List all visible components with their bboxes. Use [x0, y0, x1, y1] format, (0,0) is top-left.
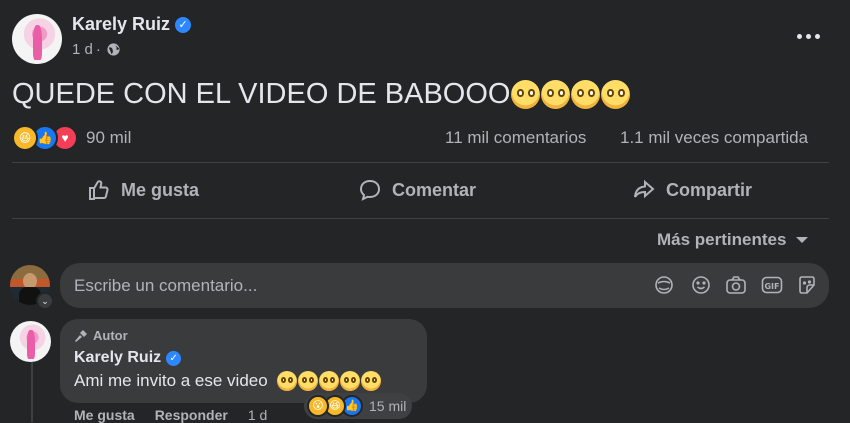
verified-badge-icon: ✓	[166, 350, 182, 366]
like-button[interactable]: Me gusta	[87, 178, 199, 202]
post-time[interactable]: 1 d	[72, 41, 93, 58]
sort-label: Más pertinentes	[657, 230, 787, 249]
thumbs-up-icon	[89, 180, 109, 200]
flushed-face-emoji-icon	[601, 80, 631, 109]
divider	[12, 162, 829, 163]
caret-down-icon	[796, 237, 809, 243]
comment-time[interactable]: 1 d	[248, 407, 267, 423]
globe-icon	[107, 43, 120, 56]
reactions-count[interactable]: 90 mil	[86, 128, 131, 148]
thread-line	[31, 362, 33, 422]
flushed-face-emoji-icon	[297, 371, 318, 391]
microphone-icon	[75, 329, 87, 342]
comment-bubble-icon	[359, 179, 381, 201]
comment-author-row: Karely Ruiz ✓	[74, 349, 182, 367]
flushed-face-emoji-icon	[276, 371, 297, 391]
shares-count[interactable]: 1.1 mil veces compartida	[620, 128, 808, 148]
like-label: Me gusta	[121, 179, 200, 200]
wow-reaction-icon: 😮	[307, 395, 329, 417]
camera-icon[interactable]	[725, 275, 747, 295]
flushed-face-emoji-icon	[360, 371, 381, 391]
comment-author[interactable]: Karely Ruiz	[74, 349, 161, 367]
comment-sort-dropdown[interactable]: Más pertinentes	[657, 230, 809, 250]
share-arrow-icon	[634, 179, 655, 199]
more-options-icon[interactable]	[793, 26, 823, 46]
author-name-row: Karely Ruiz ✓	[72, 14, 192, 35]
author-name[interactable]: Karely Ruiz	[72, 14, 170, 34]
share-label: Compartir	[666, 179, 753, 200]
comment-like-link[interactable]: Me gusta	[74, 407, 135, 423]
comment-reactions[interactable]: 😮 😆 👍 15 mil	[304, 393, 413, 419]
reactions-summary[interactable]: 😆 👍 ♥ 90 mil	[12, 125, 131, 151]
post-text: QUEDE CON EL VIDEO DE BABOOO	[12, 78, 511, 110]
comments-count[interactable]: 11 mil comentarios	[445, 128, 586, 148]
author-badge-label: Autor	[93, 328, 128, 343]
comment-button[interactable]: Comentar	[358, 178, 476, 202]
commenter-avatar[interactable]	[10, 321, 51, 362]
comment-reactions-count: 15 mil	[369, 398, 407, 414]
share-button[interactable]: Compartir	[632, 178, 752, 202]
author-avatar[interactable]	[12, 14, 62, 64]
comment-bubble: Autor Karely Ruiz ✓ Ami me invito a ese …	[60, 319, 427, 403]
flushed-face-emoji-icon	[339, 371, 360, 391]
haha-reaction-icon: 😆	[12, 125, 38, 151]
divider	[12, 218, 829, 219]
post-meta: 1 d ·	[72, 41, 121, 58]
meta-dot: ·	[95, 41, 101, 58]
comment-text-row: Ami me invito a ese video	[74, 371, 381, 391]
comment-input-placeholder: Escribe un comentario...	[74, 276, 258, 295]
emoji-icon[interactable]	[691, 275, 711, 295]
flushed-face-emoji-icon	[571, 80, 601, 109]
comment-actions: Me gusta Responder 1 d	[74, 407, 267, 423]
sticker-icon[interactable]	[797, 275, 817, 295]
avatar-sticker-icon[interactable]	[654, 275, 674, 295]
svg-text:GIF: GIF	[764, 282, 779, 291]
post-text-row: QUEDE CON EL VIDEO DE BABOOO	[12, 78, 631, 111]
comment-text: Ami me invito a ese video	[74, 371, 268, 390]
comment-label: Comentar	[392, 179, 477, 200]
flushed-face-emoji-icon	[318, 371, 339, 391]
verified-badge-icon: ✓	[175, 17, 192, 34]
gif-icon[interactable]: GIF	[761, 275, 783, 295]
flushed-face-emoji-icon	[511, 80, 541, 109]
profile-switch-caret-icon[interactable]: ⌄	[36, 292, 54, 310]
comment-reply-link[interactable]: Responder	[155, 407, 228, 423]
author-badge: Autor	[74, 328, 128, 343]
comment-input[interactable]: Escribe un comentario... GIF	[60, 263, 829, 308]
flushed-face-emoji-icon	[541, 80, 571, 109]
